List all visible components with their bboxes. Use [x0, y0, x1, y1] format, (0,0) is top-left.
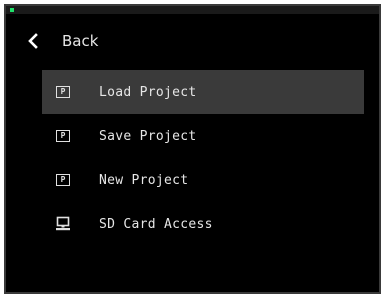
- menu-item-label: SD Card Access: [99, 216, 213, 232]
- menu-item-new-project[interactable]: P New Project: [42, 158, 364, 202]
- menu-item-save-project[interactable]: P Save Project: [42, 114, 364, 158]
- menu-item-label: Save Project: [99, 128, 197, 144]
- menu-item-load-project[interactable]: P Load Project: [42, 70, 364, 114]
- project-icon-letter: P: [56, 174, 70, 186]
- project-icon-letter: P: [56, 130, 70, 142]
- project-icon: P: [54, 171, 72, 189]
- menu-item-sd-card-access[interactable]: SD Card Access: [42, 202, 364, 246]
- menu-item-label: New Project: [99, 172, 189, 188]
- back-button[interactable]: Back: [24, 28, 98, 54]
- device-screen: Back P Load Project P Save Project P New…: [4, 4, 381, 294]
- project-icon: P: [54, 127, 72, 145]
- status-indicator: [10, 8, 14, 12]
- project-icon-letter: P: [56, 86, 70, 98]
- status-bar: [6, 6, 379, 14]
- computer-icon: [54, 215, 72, 233]
- chevron-left-icon: [24, 32, 42, 50]
- project-menu: P Load Project P Save Project P New Proj…: [42, 70, 364, 246]
- menu-item-label: Load Project: [99, 84, 197, 100]
- project-icon: P: [54, 83, 72, 101]
- back-label: Back: [62, 32, 99, 50]
